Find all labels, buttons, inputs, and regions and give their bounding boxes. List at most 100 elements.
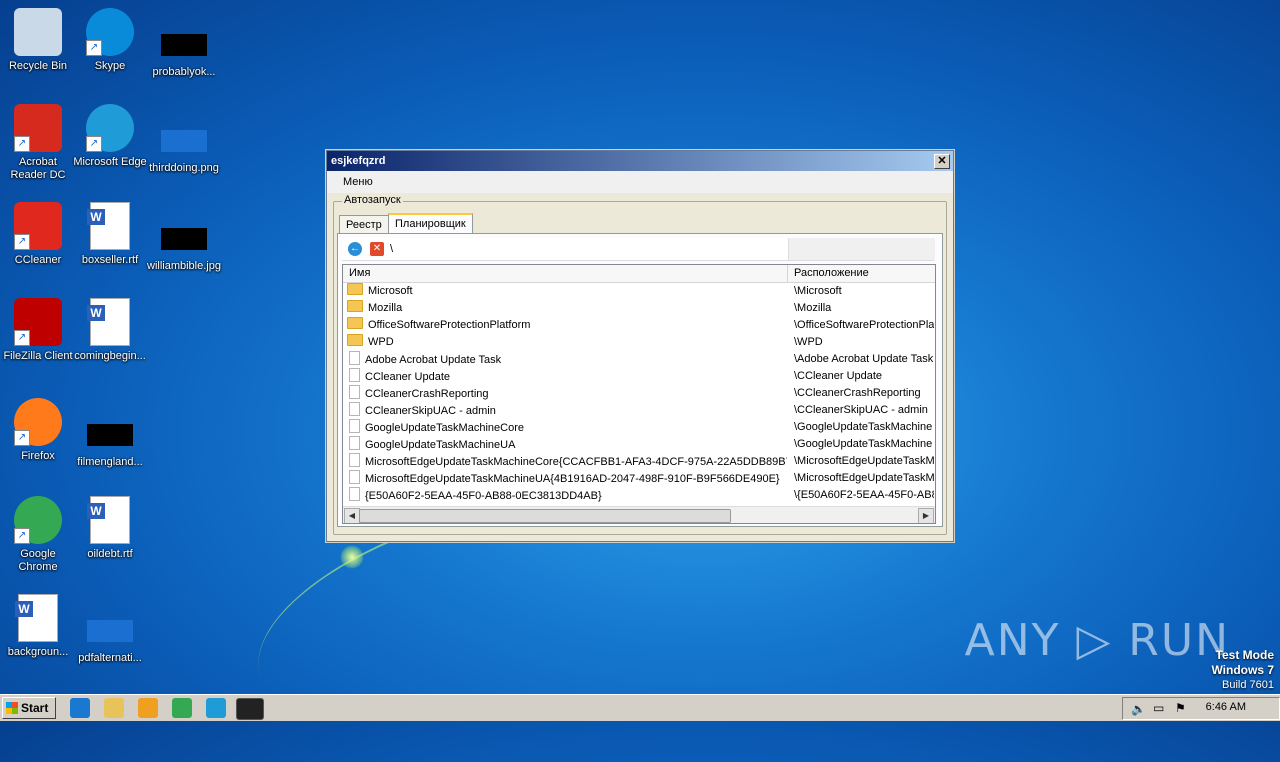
- desktop-icon[interactable]: ↗ CCleaner: [0, 202, 76, 267]
- desktop-icon[interactable]: filmengland...: [72, 412, 148, 469]
- chrome-icon[interactable]: [172, 698, 192, 718]
- scroll-right-icon[interactable]: ▶: [918, 508, 934, 523]
- folder-icon: [347, 283, 363, 295]
- window-titlebar[interactable]: esjkefqzrd ✕: [327, 151, 953, 171]
- tab-scheduler[interactable]: Планировщик: [388, 213, 473, 235]
- row-name: Mozilla: [368, 302, 403, 314]
- table-row[interactable]: CCleanerCrashReporting \CCleanerCrashRepo…: [343, 385, 935, 402]
- desktop-icon-label: oildebt.rtf: [87, 548, 133, 560]
- back-icon[interactable]: ←: [348, 242, 362, 256]
- windows-logo-icon: [6, 702, 18, 714]
- group-label: Автозапуск: [342, 194, 403, 206]
- menu-item[interactable]: Меню: [343, 176, 373, 188]
- desktop-icon[interactable]: Woildebt.rtf: [72, 496, 148, 561]
- taskbar: Start 🔈 ▭ ⚑ 6:46 AM: [0, 694, 1280, 721]
- desktop-icon-label: FileZilla Client: [3, 350, 73, 362]
- row-name: CCleaner Update: [365, 371, 450, 383]
- desktop-icon-label: backgroun...: [7, 646, 69, 658]
- name-cell: CCleanerCrashReporting: [343, 385, 787, 402]
- horizontal-scrollbar[interactable]: ◀ ▶: [343, 506, 935, 523]
- media-player-icon[interactable]: [138, 698, 158, 718]
- shortcut-arrow-icon: ↗: [14, 330, 30, 346]
- column-header-location[interactable]: Расположение: [788, 265, 935, 282]
- shortcut-arrow-icon: ↗: [86, 40, 102, 56]
- image-thumbnail-icon: [161, 34, 207, 56]
- speaker-icon[interactable]: 🔈: [1131, 702, 1146, 716]
- desktop-icon[interactable]: Wboxseller.rtf: [72, 202, 148, 267]
- shortcut-arrow-icon: ↗: [14, 234, 30, 250]
- edge-icon[interactable]: [206, 698, 226, 718]
- desktop-icon[interactable]: thirddoing.png: [146, 118, 222, 175]
- table-row[interactable]: GoogleUpdateTaskMachineCore \GoogleUpdate…: [343, 419, 935, 436]
- desktop-icon[interactable]: ↗ FileZilla Client: [0, 298, 76, 363]
- task-icon: [349, 419, 360, 433]
- start-label: Start: [21, 701, 49, 715]
- path-field[interactable]: \: [390, 240, 788, 258]
- shortcut-arrow-icon: ↗: [14, 136, 30, 152]
- table-row[interactable]: {E50A60F2-5EAA-45F0-AB88-0EC3813DD4AB} \{…: [343, 487, 935, 504]
- menu-bar: Меню: [327, 171, 953, 193]
- table-row[interactable]: WPD \WPD: [343, 334, 935, 351]
- desktop-icon[interactable]: ↗ Skype: [72, 8, 148, 73]
- name-cell: CCleanerSkipUAC - admin: [343, 402, 787, 419]
- location-cell: \WPD: [794, 336, 823, 348]
- table-row[interactable]: OfficeSoftwareProtectionPlatform \OfficeS…: [343, 317, 935, 334]
- anyrun-watermark: ANY ▷ RUN: [964, 615, 1230, 666]
- location-cell: \Microsoft: [794, 285, 842, 297]
- row-name: MicrosoftEdgeUpdateTaskMachineUA{4B1916A…: [365, 473, 780, 485]
- table-row[interactable]: MicrosoftEdgeUpdateTaskMachineCore{CCACF…: [343, 453, 935, 470]
- tab-registry[interactable]: Реестр: [339, 215, 389, 234]
- app-s-icon[interactable]: [236, 698, 264, 720]
- table-row[interactable]: GoogleUpdateTaskMachineUA \GoogleUpdateTa…: [343, 436, 935, 453]
- desktop-icon[interactable]: probablyok...: [146, 22, 222, 79]
- name-cell: GoogleUpdateTaskMachineCore: [343, 419, 787, 436]
- flag-icon[interactable]: ⚑: [1175, 701, 1186, 715]
- table-row[interactable]: Microsoft \Microsoft: [343, 283, 935, 300]
- desktop-icon[interactable]: Wbackgroun...: [0, 594, 76, 659]
- row-name: OfficeSoftwareProtectionPlatform: [368, 319, 531, 331]
- toolbar: ← ✕ \: [342, 238, 935, 261]
- name-cell: OfficeSoftwareProtectionPlatform: [343, 317, 787, 334]
- ie-icon[interactable]: [70, 698, 90, 718]
- table-row[interactable]: CCleanerSkipUAC - admin \CCleanerSkipUAC …: [343, 402, 935, 419]
- desktop-icon-label: Google Chrome: [18, 548, 58, 573]
- delete-icon[interactable]: ✕: [370, 242, 384, 256]
- column-header-name[interactable]: Имя: [343, 265, 788, 282]
- desktop-icon[interactable]: pdfalternati...: [72, 608, 148, 665]
- location-cell: \MicrosoftEdgeUpdateTaskM: [794, 455, 934, 467]
- table-row[interactable]: Mozilla \Mozilla: [343, 300, 935, 317]
- desktop-icon[interactable]: Recycle Bin: [0, 8, 76, 73]
- location-cell: \Adobe Acrobat Update Task: [794, 353, 934, 365]
- location-cell: \CCleanerSkipUAC - admin: [794, 404, 928, 416]
- desktop-icon-label: thirddoing.png: [149, 162, 219, 174]
- app-window: esjkefqzrd ✕ Меню Автозапуск Реестр План…: [326, 150, 954, 542]
- ccleaner-icon: ↗: [14, 202, 62, 250]
- row-name: Microsoft: [368, 285, 413, 297]
- row-name: Adobe Acrobat Update Task: [365, 354, 502, 366]
- image-thumbnail-icon: [161, 228, 207, 250]
- desktop-icon-label: probablyok...: [152, 66, 216, 78]
- desktop-icon[interactable]: ↗ Firefox: [0, 398, 76, 463]
- desktop-icon[interactable]: ↗ Acrobat Reader DC: [0, 104, 76, 182]
- task-icon: [349, 402, 360, 416]
- start-button[interactable]: Start: [2, 697, 56, 719]
- name-cell: Microsoft: [343, 283, 787, 300]
- table-row[interactable]: MicrosoftEdgeUpdateTaskMachineUA{4B1916A…: [343, 470, 935, 487]
- desktop-icon[interactable]: ↗ Google Chrome: [0, 496, 76, 574]
- scroll-thumb[interactable]: [359, 509, 731, 523]
- row-name: MicrosoftEdgeUpdateTaskMachineCore{CCACF…: [365, 456, 787, 468]
- task-list[interactable]: Имя Расположение Microsoft \Microsoft Mozi…: [342, 264, 936, 524]
- explorer-icon[interactable]: [104, 698, 124, 718]
- network-icon[interactable]: ▭: [1153, 701, 1164, 715]
- word-doc-icon: W: [87, 202, 130, 250]
- table-row[interactable]: CCleaner Update \CCleaner Update: [343, 368, 935, 385]
- clock[interactable]: 6:46 AM: [1206, 701, 1246, 713]
- desktop-icon-label: Recycle Bin: [8, 60, 68, 72]
- desktop-icon[interactable]: williambible.jpg: [146, 216, 222, 273]
- scroll-left-icon[interactable]: ◀: [344, 508, 360, 523]
- desktop-icon[interactable]: ↗ Microsoft Edge: [72, 104, 148, 169]
- close-button[interactable]: ✕: [934, 154, 950, 169]
- row-name: {E50A60F2-5EAA-45F0-AB88-0EC3813DD4AB}: [365, 490, 602, 502]
- desktop-icon[interactable]: Wcomingbegin...: [72, 298, 148, 363]
- table-row[interactable]: Adobe Acrobat Update Task \Adobe Acrobat …: [343, 351, 935, 368]
